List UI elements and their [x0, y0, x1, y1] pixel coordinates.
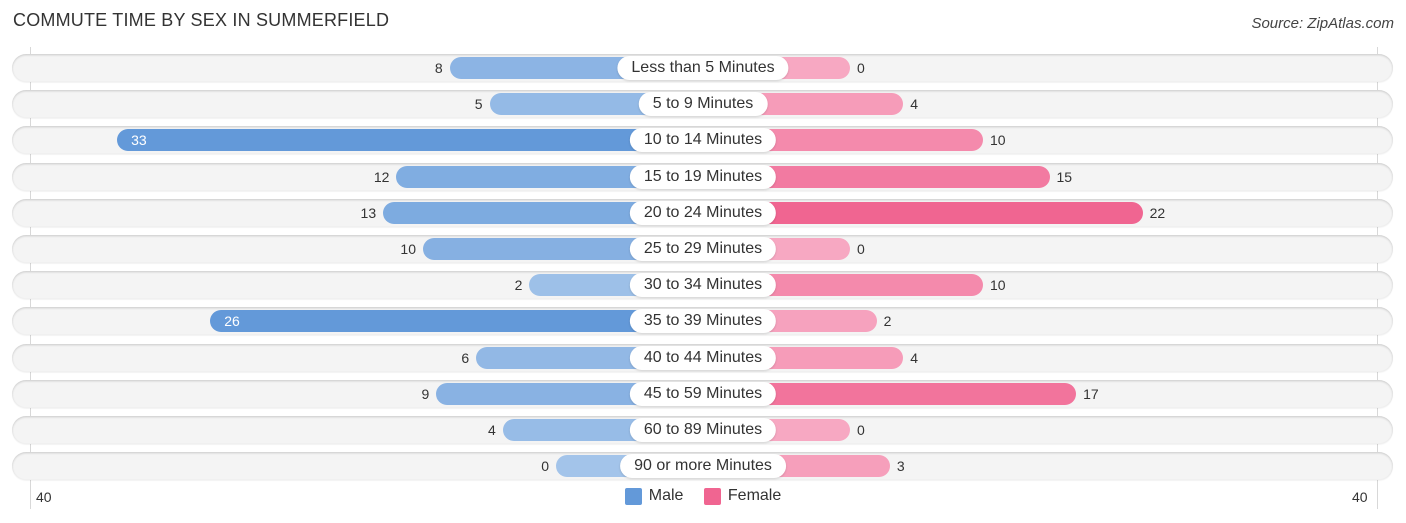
legend-item-female[interactable]: Female: [703, 487, 782, 505]
male-swatch: [624, 487, 642, 505]
female-value-label: 4: [910, 349, 918, 366]
male-value-label: 2: [514, 277, 523, 294]
female-value-label: 17: [1083, 385, 1099, 402]
male-value-label: 13: [360, 204, 377, 221]
category-label: 40 to 44 Minutes: [629, 345, 777, 370]
category-label: 30 to 34 Minutes: [629, 273, 777, 298]
category-label: 15 to 19 Minutes: [629, 164, 777, 189]
male-bar[interactable]: [117, 129, 703, 152]
chart-title: COMMUTE TIME BY SEX IN SUMMERFIELD: [13, 10, 390, 30]
category-label: 45 to 59 Minutes: [629, 381, 777, 406]
female-value-label: 0: [857, 422, 865, 438]
female-value-label: 3: [896, 458, 905, 475]
category-label: 35 to 39 Minutes: [629, 309, 777, 334]
legend-label-female: Female: [727, 487, 782, 504]
female-value-label: 22: [1149, 204, 1166, 221]
legend-item-male[interactable]: Male: [624, 487, 684, 505]
male-value-label: 10: [400, 241, 416, 257]
male-value-label: 0: [541, 458, 549, 475]
female-value-label: 4: [910, 96, 918, 113]
male-value-label: 9: [421, 385, 430, 402]
female-value-label: 10: [990, 277, 1006, 294]
category-label: 10 to 14 Minutes: [629, 128, 777, 153]
source-label: Source: ZipAtlas.com: [1251, 15, 1394, 32]
male-value-label: 26: [224, 313, 240, 330]
male-value-label: 4: [488, 422, 496, 438]
female-value-label: 0: [857, 241, 865, 257]
male-value-label: 12: [373, 168, 390, 185]
category-label: 25 to 29 Minutes: [629, 237, 777, 261]
male-value-label: 8: [434, 60, 443, 76]
female-value-label: 15: [1056, 168, 1073, 185]
male-value-label: 33: [131, 132, 147, 149]
female-value-label: 2: [883, 313, 892, 330]
category-label: Less than 5 Minutes: [617, 56, 789, 80]
legend: Male Female: [0, 487, 1406, 510]
legend-label-male: Male: [648, 487, 684, 504]
male-value-label: 6: [461, 349, 470, 366]
category-label: 60 to 89 Minutes: [629, 418, 777, 442]
category-label: 90 or more Minutes: [620, 454, 786, 479]
category-label: 20 to 24 Minutes: [629, 200, 777, 225]
female-swatch: [703, 487, 721, 505]
female-value-label: 0: [857, 60, 865, 76]
female-value-label: 10: [990, 132, 1006, 149]
male-value-label: 5: [474, 96, 483, 113]
category-label: 5 to 9 Minutes: [638, 92, 768, 117]
